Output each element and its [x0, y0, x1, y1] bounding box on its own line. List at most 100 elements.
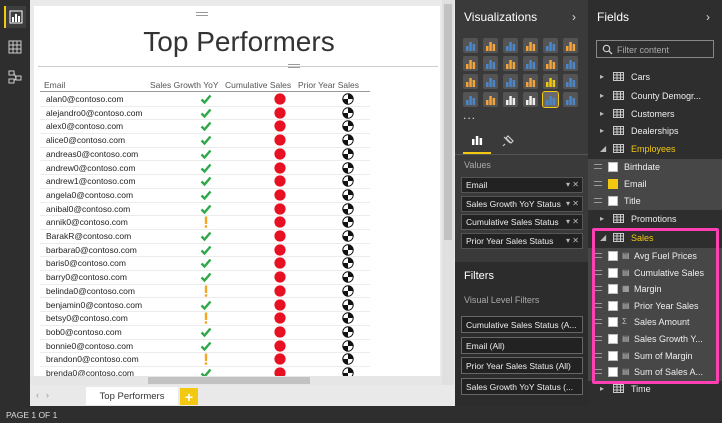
- stacked-column-icon[interactable]: [483, 38, 498, 53]
- column-header-sales-growth[interactable]: Sales Growth YoY: [150, 80, 219, 90]
- table-row[interactable]: brandon0@contoso.com: [40, 353, 370, 367]
- table-sales[interactable]: ◢ Sales: [588, 230, 722, 247]
- vertical-scrollbar[interactable]: [442, 0, 454, 385]
- multirow-card-icon[interactable]: [523, 92, 538, 107]
- drag-handle-icon[interactable]: [594, 369, 602, 375]
- filter-card[interactable]: Cumulative Sales Status (A...: [461, 316, 583, 333]
- expand-down-icon[interactable]: ◢: [600, 233, 606, 242]
- table-row[interactable]: alan0@contoso.com: [40, 93, 370, 107]
- table-row[interactable]: bob0@contoso.com: [40, 326, 370, 340]
- table-drag-grip[interactable]: [288, 64, 300, 68]
- format-paint-roller-icon[interactable]: [499, 132, 517, 150]
- employee-field[interactable]: Birthdate: [588, 159, 722, 176]
- value-well[interactable]: Cumulative Sales Status ▾ ✕: [461, 214, 583, 230]
- table-row[interactable]: benjamin0@contoso.com: [40, 298, 370, 313]
- gauge-icon[interactable]: [483, 92, 498, 107]
- field-checkbox[interactable]: [608, 334, 618, 344]
- field-checkbox[interactable]: [608, 367, 618, 378]
- fields-tab-icon[interactable]: [463, 128, 491, 154]
- field-checkbox[interactable]: [608, 162, 618, 172]
- table-row[interactable]: BarakR@contoso.com: [40, 230, 370, 244]
- relationships-view-icon[interactable]: [4, 66, 26, 88]
- table-row[interactable]: annik0@contoso.com: [40, 216, 370, 230]
- 100-column-icon[interactable]: [563, 38, 578, 53]
- table-row[interactable]: andrew1@contoso.com: [40, 175, 370, 189]
- field-checkbox[interactable]: [608, 350, 618, 361]
- field-checkbox[interactable]: [608, 284, 618, 295]
- expand-right-icon[interactable]: ▸: [600, 126, 604, 135]
- field-checkbox[interactable]: [608, 251, 618, 261]
- table-4[interactable]: ◢ Employees: [588, 141, 722, 158]
- sales-field[interactable]: Σ Sales Amount: [588, 314, 722, 332]
- dropdown-remove-icons[interactable]: ▾ ✕: [566, 180, 579, 189]
- field-checkbox[interactable]: [608, 267, 618, 278]
- 100-bar-icon[interactable]: [543, 38, 558, 53]
- drag-handle-icon[interactable]: [594, 336, 602, 341]
- area-chart-icon[interactable]: [483, 56, 498, 71]
- sales-field[interactable]: ▤ Sum of Margin: [588, 347, 722, 365]
- table-icon[interactable]: [542, 91, 559, 108]
- filter-content-search[interactable]: [596, 40, 714, 58]
- drag-handle-icon[interactable]: [594, 269, 602, 275]
- value-well[interactable]: Prior Year Sales Status ▾ ✕: [461, 232, 583, 249]
- employee-field[interactable]: Email: [588, 176, 722, 193]
- report-view-icon[interactable]: [4, 6, 26, 28]
- data-view-icon[interactable]: [4, 36, 26, 58]
- table-row[interactable]: alice0@contoso.com: [40, 134, 370, 148]
- expand-right-icon[interactable]: ▸: [600, 214, 604, 223]
- horizontal-scroll-thumb[interactable]: [148, 377, 310, 384]
- table-row[interactable]: anibal0@contoso.com: [40, 202, 370, 217]
- line-column-icon[interactable]: [523, 56, 538, 71]
- filled-map-icon[interactable]: [563, 74, 578, 89]
- treemap-icon[interactable]: [523, 74, 538, 89]
- table-row[interactable]: andrew0@contoso.com: [40, 161, 370, 176]
- vertical-scroll-thumb[interactable]: [444, 4, 452, 240]
- drag-handle-icon[interactable]: [594, 198, 602, 203]
- collapse-visualizations-icon[interactable]: ›: [572, 10, 576, 24]
- tab-next-icon[interactable]: ›: [46, 390, 49, 400]
- add-page-button[interactable]: +: [180, 388, 198, 405]
- sales-field[interactable]: ▤ Prior Year Sales: [588, 297, 722, 315]
- sales-field[interactable]: ▤ Avg Fuel Prices: [588, 248, 722, 265]
- value-well[interactable]: Sales Growth YoY Status ▾ ✕: [461, 195, 583, 212]
- funnel-icon[interactable]: [463, 92, 478, 107]
- expand-right-icon[interactable]: ▸: [600, 384, 604, 393]
- more-visuals-icon[interactable]: ...: [463, 108, 476, 122]
- sales-field[interactable]: ▤ Sales Growth Y...: [588, 331, 722, 348]
- table-row[interactable]: belinda0@contoso.com: [40, 285, 370, 299]
- drag-handle-icon[interactable]: [594, 253, 602, 258]
- table-row[interactable]: barbara0@contoso.com: [40, 243, 370, 258]
- stacked-area-icon[interactable]: [503, 56, 518, 71]
- table-3[interactable]: ▸ Dealerships: [588, 123, 722, 140]
- matrix-icon[interactable]: [563, 92, 578, 107]
- table-row[interactable]: brenda0@contoso.com: [40, 367, 370, 376]
- expand-down-icon[interactable]: ◢: [600, 144, 606, 153]
- employee-field[interactable]: Title: [588, 193, 722, 210]
- filter-card[interactable]: Prior Year Sales Status (All): [461, 357, 583, 374]
- dropdown-remove-icons[interactable]: ▾ ✕: [566, 236, 579, 245]
- line-chart-icon[interactable]: [463, 56, 478, 71]
- column-header-cumulative-sales[interactable]: Cumulative Sales: [225, 80, 291, 90]
- pie-icon[interactable]: [483, 74, 498, 89]
- table-row[interactable]: angela0@contoso.com: [40, 189, 370, 203]
- tab-prev-icon[interactable]: ‹: [36, 390, 39, 400]
- drag-handle-icon[interactable]: [594, 302, 602, 308]
- sales-field[interactable]: ▤ Cumulative Sales: [588, 264, 722, 282]
- drag-handle-icon[interactable]: [594, 286, 602, 292]
- field-checkbox[interactable]: [608, 317, 618, 328]
- stacked-bar-icon[interactable]: [463, 38, 478, 53]
- clustered-column-icon[interactable]: [523, 38, 538, 53]
- table-promotions[interactable]: ▸ Promotions: [588, 211, 722, 228]
- column-header-email[interactable]: Email: [44, 80, 65, 90]
- table-row[interactable]: betsy0@contoso.com: [40, 312, 370, 326]
- collapse-fields-icon[interactable]: ›: [706, 10, 710, 24]
- table-row[interactable]: alejandro0@contoso.com: [40, 106, 370, 121]
- ribbon-chart-icon[interactable]: [543, 56, 558, 71]
- table-0[interactable]: ▸ Cars: [588, 69, 722, 86]
- scatter-icon[interactable]: [463, 74, 478, 89]
- drag-handle-icon[interactable]: [594, 352, 602, 358]
- drag-handle-icon[interactable]: [594, 319, 602, 325]
- visual-drag-grip[interactable]: [196, 12, 208, 16]
- drag-handle-icon[interactable]: [594, 181, 602, 186]
- drag-handle-icon[interactable]: [594, 164, 602, 169]
